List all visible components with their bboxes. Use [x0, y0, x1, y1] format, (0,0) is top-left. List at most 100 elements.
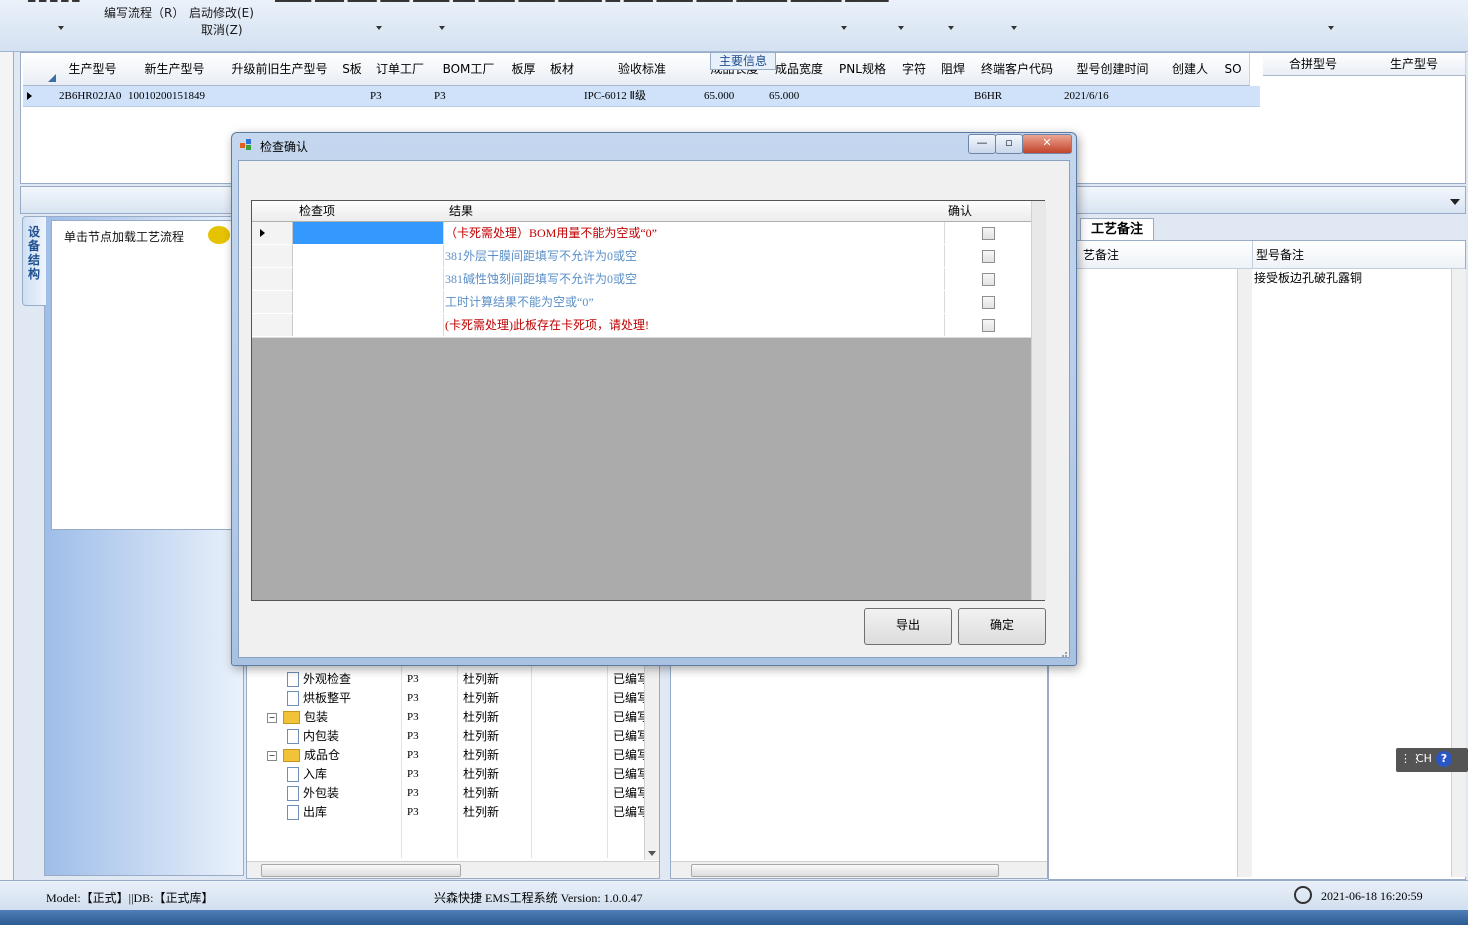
chat-bubble-icon[interactable] [208, 226, 230, 244]
tab-process-notes[interactable]: 工艺备注 [1080, 218, 1154, 240]
cell-created[interactable]: 2021/6/16 [1062, 87, 1109, 106]
toolbar-dropdown-caret[interactable] [439, 26, 445, 30]
col-header[interactable]: 型号创建时间 [1062, 53, 1164, 86]
grid-scrollbar[interactable] [1031, 201, 1046, 600]
cell-bom-factory[interactable]: P3 [432, 87, 446, 106]
tree-folder-node[interactable]: − 包装 [267, 708, 328, 727]
check-row[interactable]: (卡死需处理)此板存在卡死项，请处理! [252, 314, 1032, 338]
cell-width[interactable]: 65.000 [767, 87, 799, 106]
notes-scrollbar[interactable] [1451, 269, 1466, 877]
row-header[interactable] [252, 268, 293, 290]
toolbar-dropdown-caret[interactable] [58, 26, 64, 30]
cell-new-model[interactable]: 10010200151849 [126, 87, 205, 106]
cell-order-factory[interactable]: P3 [368, 87, 382, 106]
col-header[interactable]: 终端客户代码 [972, 53, 1063, 86]
result-cell[interactable]: 381外层干膜间距填写不允许为0或空 [443, 245, 945, 267]
tree-node[interactable]: 外包装 [287, 784, 339, 803]
tree-node[interactable]: 烘板整平 [287, 689, 351, 708]
maximize-button[interactable]: ▫ [995, 134, 1023, 154]
col-header-confirm[interactable]: 确认 [942, 201, 1039, 222]
confirm-checkbox[interactable] [982, 319, 995, 332]
cancel-button[interactable]: 取消(Z) [201, 21, 243, 38]
ime-lang-label[interactable]: CH [1416, 752, 1432, 765]
grid-corner[interactable] [252, 201, 299, 222]
result-cell[interactable]: 工时计算结果不能为空或“0” [443, 291, 945, 313]
toolbar-dropdown-caret[interactable] [898, 26, 904, 30]
tab-device-structure[interactable]: 设备结构 [22, 216, 46, 306]
row-header[interactable] [252, 314, 293, 336]
toolbar-dropdown-caret[interactable] [376, 26, 382, 30]
col-header[interactable]: 升级前旧生产型号 [223, 53, 337, 86]
cell-customer-code[interactable]: B6HR [972, 87, 1002, 106]
col-header[interactable]: 阻焊 [934, 53, 973, 86]
cell-length[interactable]: 65.000 [702, 87, 734, 106]
confirm-cell[interactable] [942, 222, 1032, 244]
confirm-checkbox[interactable] [982, 227, 995, 240]
resize-grip-icon[interactable] [1058, 648, 1068, 658]
col-header[interactable]: 成品宽度 [767, 53, 832, 86]
check-row[interactable]: 工时计算结果不能为空或“0” [252, 291, 1032, 315]
scroll-thumb[interactable] [261, 864, 461, 877]
collapse-toggle-icon[interactable]: − [267, 750, 277, 761]
tree-node[interactable]: 外观检查 [287, 670, 351, 689]
start-modify-button[interactable]: 启动修改(E) [189, 4, 254, 21]
col-header-result[interactable]: 结果 [443, 201, 949, 222]
result-cell[interactable]: （卡死需处理）BOM用量不能为空或“0” [443, 222, 945, 244]
col-header[interactable]: 新生产型号 [126, 53, 224, 86]
collapse-toggle-icon[interactable]: − [267, 712, 277, 723]
merge-col-header[interactable]: 生产型号 [1363, 53, 1466, 76]
col-header[interactable]: 订单工厂 [368, 53, 433, 86]
confirm-checkbox[interactable] [982, 296, 995, 309]
col-header[interactable]: 验收标准 [582, 53, 703, 86]
check-row[interactable]: （卡死需处理）BOM用量不能为空或“0” [252, 222, 1032, 246]
confirm-checkbox[interactable] [982, 250, 995, 263]
check-item-cell[interactable] [293, 245, 444, 267]
col-header[interactable]: SO [1217, 53, 1250, 86]
toolbar-dropdown-caret[interactable] [1328, 26, 1334, 30]
close-button[interactable]: ✕ [1022, 134, 1072, 154]
minimize-button[interactable]: — [968, 134, 996, 154]
flow-node-box[interactable] [51, 220, 237, 530]
col-header[interactable]: PNL规格 [831, 53, 895, 86]
check-row[interactable]: 381碱性蚀刻间距填写不允许为0或空 [252, 268, 1032, 292]
check-item-cell[interactable] [293, 222, 444, 244]
result-cell[interactable]: (卡死需处理)此板存在卡死项，请处理! [443, 314, 945, 336]
confirm-cell[interactable] [942, 268, 1032, 290]
check-item-cell[interactable] [293, 314, 444, 336]
detail-scrollbar-h[interactable] [671, 861, 1047, 878]
tree-folder-node[interactable]: − 成品仓 [267, 746, 340, 765]
tree-node[interactable]: 内包装 [287, 727, 339, 746]
toolbar-dropdown-caret[interactable] [1011, 26, 1017, 30]
col-header[interactable]: 板厚 [505, 53, 543, 86]
export-button[interactable]: 导出 [864, 608, 952, 645]
result-cell[interactable]: 381碱性蚀刻间距填写不允许为0或空 [443, 268, 945, 290]
row-header[interactable] [252, 245, 293, 267]
col-header[interactable]: 创建人 [1163, 53, 1218, 86]
row-header[interactable] [252, 291, 293, 313]
check-item-cell[interactable] [293, 291, 444, 313]
tree-node[interactable]: 出库 [287, 803, 327, 822]
confirm-cell[interactable] [942, 291, 1032, 313]
collapse-arrow-icon[interactable] [1450, 199, 1460, 205]
ime-toolbar[interactable]: ⋮⋮ CH ? [1396, 748, 1468, 772]
write-flow-button[interactable]: 编写流程（R） [104, 4, 184, 21]
tree-scrollbar-v[interactable] [644, 656, 659, 860]
col-header[interactable]: 字符 [894, 53, 935, 86]
col-header-check-item[interactable]: 检查项 [293, 201, 450, 222]
ok-button[interactable]: 确定 [958, 608, 1046, 645]
col-header[interactable]: BOM工厂 [432, 53, 506, 86]
col-header[interactable]: S板 [336, 53, 369, 86]
confirm-cell[interactable] [942, 314, 1032, 336]
row-header[interactable] [252, 222, 293, 244]
check-row[interactable]: 381外层干膜间距填写不允许为0或空 [252, 245, 1032, 269]
toolbar-dropdown-caret[interactable] [948, 26, 954, 30]
notes-scrollbar[interactable] [1237, 269, 1252, 877]
tree-node[interactable]: 入库 [287, 765, 327, 784]
col-header[interactable]: 生产型号 [59, 53, 127, 86]
cell-model[interactable]: 2B6HR02JA0 [57, 87, 121, 106]
check-item-cell[interactable] [293, 268, 444, 290]
confirm-checkbox[interactable] [982, 273, 995, 286]
toolbar-dropdown-caret[interactable] [841, 26, 847, 30]
scroll-thumb[interactable] [691, 864, 999, 877]
col-header[interactable]: 板材 [542, 53, 583, 86]
